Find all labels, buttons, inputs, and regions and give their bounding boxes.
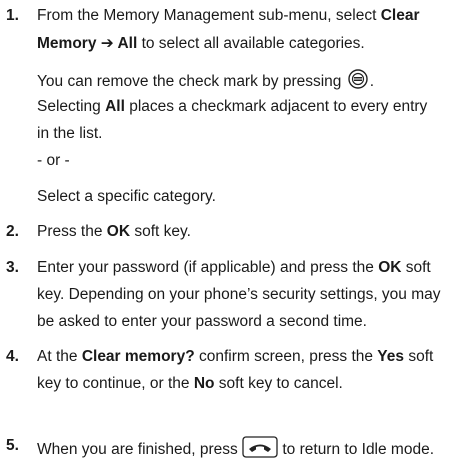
step-4-line-1: At the Clear memory? confirm screen, pre… — [37, 348, 434, 365]
step-3-line-3: be asked to enter your password a second… — [37, 313, 367, 330]
step-4-number: 4. — [6, 348, 19, 365]
step-1-alternative: Select a specific category. — [37, 188, 216, 205]
step-5-number: 5. — [6, 437, 19, 454]
step-1-note-line-2: Selecting All places a checkmark adjacen… — [37, 98, 428, 115]
no-term: No — [193, 375, 215, 392]
manual-page: 1. From the Memory Management sub-menu, … — [0, 0, 471, 464]
step-1-number: 1. — [6, 7, 19, 24]
step-1-note-line-1: You can remove the check mark by pressin… — [37, 69, 374, 95]
ok-term: OK — [106, 223, 131, 240]
step-2-number: 2. — [6, 223, 19, 240]
navigation-key-icon — [346, 69, 370, 95]
ok-term: OK — [378, 259, 402, 276]
confirm-screen-term: Clear memory? — [81, 348, 195, 365]
clear-term: Clear — [380, 7, 420, 24]
step-3-number: 3. — [6, 259, 19, 276]
step-2-line-1: Press the OK soft key. — [37, 223, 191, 240]
step-3-line-2: key. Depending on your phone’s security … — [37, 286, 441, 303]
step-1-note-line-3: in the list. — [37, 125, 103, 142]
or-separator: - or - — [37, 152, 70, 169]
step-5-line-1: When you are finished, press to return t… — [37, 436, 434, 464]
step-1-line-2: Memory ➔ All to select all available cat… — [37, 35, 365, 52]
end-key-icon — [242, 436, 278, 464]
yes-term: Yes — [377, 348, 405, 365]
step-3-line-1: Enter your password (if applicable) and … — [37, 259, 431, 276]
all-term: All — [105, 98, 125, 115]
step-4-line-2: key to continue, or the No soft key to c… — [37, 375, 343, 392]
step-1-line-1: From the Memory Management sub-menu, sel… — [37, 7, 420, 24]
menu-path: Memory ➔ All — [37, 35, 138, 52]
